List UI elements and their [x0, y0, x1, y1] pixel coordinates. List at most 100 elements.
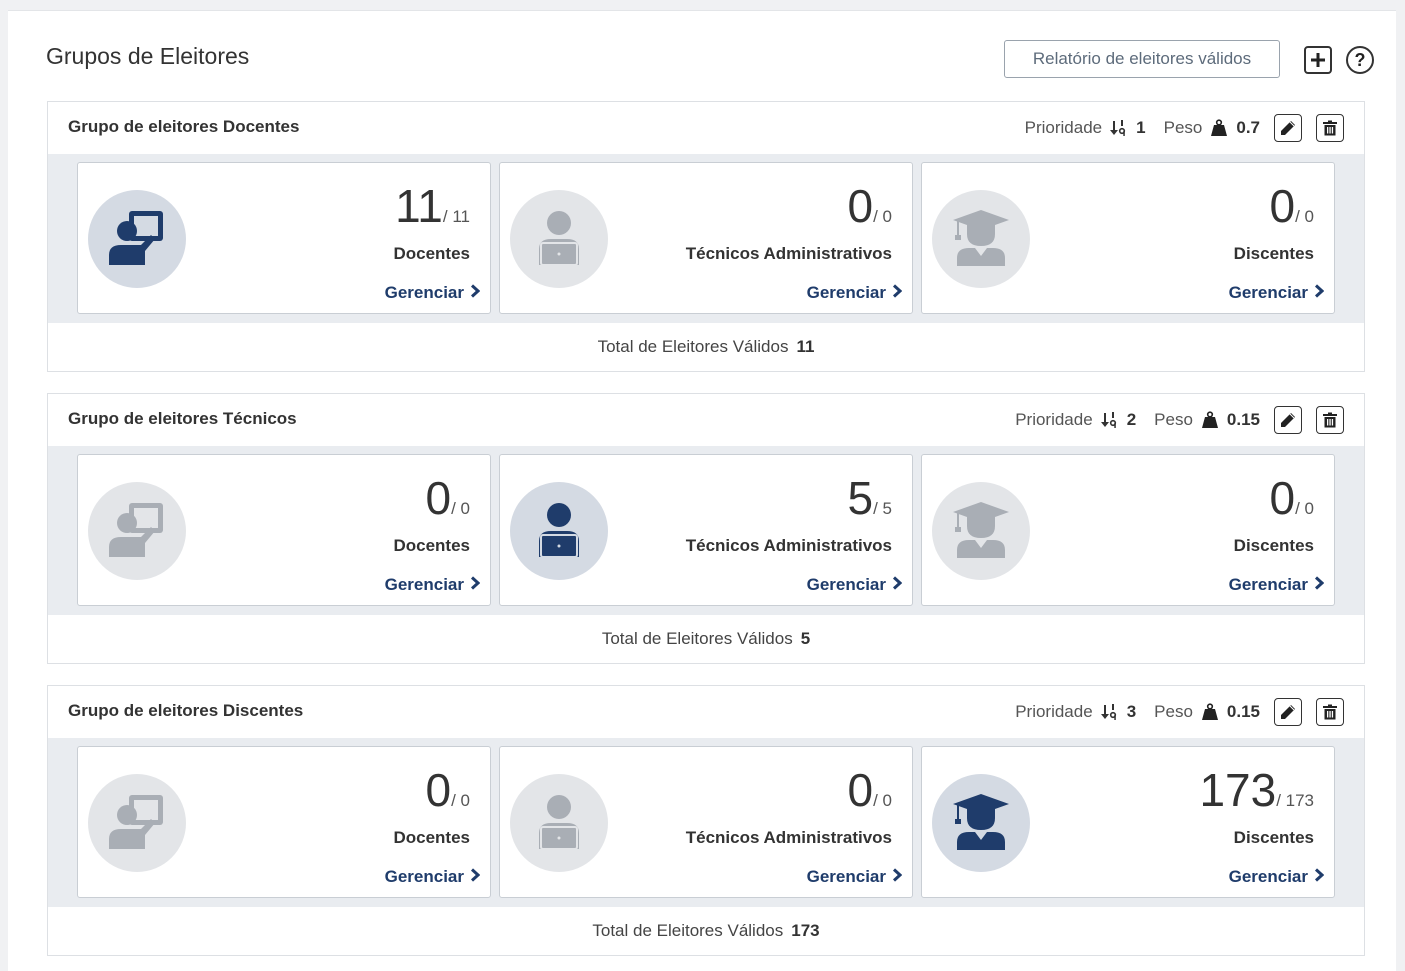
weight-icon — [1201, 703, 1219, 721]
total-value: 5 — [800, 629, 811, 648]
manage-label: Gerenciar — [1228, 867, 1308, 886]
avatar — [88, 190, 186, 288]
avatar — [932, 774, 1030, 872]
voter-groups-panel: Grupos de Eleitores Relatório de eleitor… — [8, 10, 1396, 971]
manage-label: Gerenciar — [384, 283, 464, 302]
card-label: Docentes — [393, 536, 470, 555]
voter-group-tecnicos: Grupo de eleitores Técnicos Prioridade 2… — [47, 393, 1365, 664]
manage-link[interactable]: Gerenciar — [1228, 867, 1325, 887]
sort-numeric-icon — [1100, 703, 1119, 721]
card-label: Docentes — [393, 244, 470, 263]
card-tecnicos: 0/ 0 Técnicos Administrativos Gerenciar — [499, 746, 913, 898]
valid-voters-report-button[interactable]: Relatório de eleitores válidos — [1004, 40, 1280, 78]
page-title: Grupos de Eleitores — [46, 43, 250, 69]
group-header: Grupo de eleitores Docentes Prioridade 1… — [48, 102, 1364, 155]
count-line: 5/ 5 — [848, 471, 893, 525]
avatar — [88, 482, 186, 580]
weight-value: 0.15 — [1226, 702, 1260, 721]
edit-icon[interactable] — [1274, 698, 1302, 726]
priority-label: Prioridade — [1024, 118, 1103, 137]
count-total: / 0 — [873, 207, 892, 226]
group-meta: Prioridade 1 Peso 0.7 — [1025, 113, 1344, 143]
count-value: 0 — [425, 472, 452, 524]
card-label: Discentes — [1233, 828, 1314, 847]
edit-icon[interactable] — [1274, 406, 1302, 434]
count-total: / 0 — [451, 499, 470, 518]
manage-label: Gerenciar — [806, 575, 886, 594]
card-docentes: 0/ 0 Docentes Gerenciar — [77, 454, 491, 606]
cards-area: 0/ 0 Docentes Gerenciar 0/ 0 Técnicos Ad… — [48, 738, 1364, 907]
priority-label: Prioridade — [1015, 410, 1093, 429]
trash-icon[interactable] — [1316, 698, 1344, 726]
group-meta: Prioridade 3 Peso 0.15 — [1015, 697, 1344, 727]
manage-link[interactable]: Gerenciar — [385, 575, 481, 595]
count-value: 0 — [847, 180, 874, 232]
count-line: 0/ 0 — [848, 763, 893, 817]
trash-icon[interactable] — [1316, 114, 1344, 142]
card-tecnicos: 0/ 0 Técnicos Administrativos Gerenciar — [499, 162, 913, 314]
avatar — [88, 774, 186, 872]
weight-label: Peso — [1154, 702, 1193, 721]
chevron-right-icon — [892, 283, 903, 303]
graduate-icon — [951, 792, 1011, 855]
group-title: Grupo de eleitores Técnicos — [68, 409, 297, 428]
graduate-icon — [951, 500, 1011, 563]
count-value: 11 — [395, 180, 443, 232]
total-value: 173 — [791, 921, 820, 940]
priority-value: 3 — [1126, 702, 1137, 721]
staff-laptop-icon — [531, 793, 587, 854]
staff-laptop-icon — [531, 501, 587, 562]
total-label: Total de Eleitores Válidos — [592, 921, 784, 940]
manage-link[interactable]: Gerenciar — [1228, 283, 1325, 303]
teacher-icon — [107, 209, 167, 270]
card-label: Docentes — [393, 828, 470, 847]
plus-icon[interactable] — [1304, 46, 1332, 74]
manage-link[interactable]: Gerenciar — [807, 867, 903, 887]
count-line: 0/ 0 — [426, 471, 471, 525]
count-total: / 0 — [873, 791, 892, 810]
group-title: Grupo de eleitores Docentes — [68, 117, 300, 136]
priority-value: 2 — [1126, 410, 1137, 429]
manage-link[interactable]: Gerenciar — [1229, 575, 1325, 595]
help-icon[interactable]: ? — [1346, 46, 1374, 74]
chevron-right-icon — [892, 575, 903, 595]
group-title: Grupo de eleitores Discentes — [68, 701, 304, 720]
card-label: Técnicos Administrativos — [685, 536, 892, 555]
priority-value: 1 — [1136, 118, 1146, 137]
count-total: / 5 — [873, 499, 892, 518]
manage-link[interactable]: Gerenciar — [384, 283, 481, 303]
count-total: / 0 — [451, 791, 470, 810]
manage-link[interactable]: Gerenciar — [806, 575, 903, 595]
count-line: 0/ 0 — [848, 179, 893, 233]
group-footer: Total de Eleitores Válidos 173 — [48, 907, 1364, 955]
group-footer: Total de Eleitores Válidos 5 — [48, 615, 1364, 663]
avatar — [510, 482, 608, 580]
weight-value: 0.15 — [1226, 410, 1260, 429]
card-tecnicos: 5/ 5 Técnicos Administrativos Gerenciar — [499, 454, 913, 606]
manage-link[interactable]: Gerenciar — [385, 867, 481, 887]
count-total: / 11 — [442, 207, 470, 226]
card-docentes: 11/ 11 Docentes Gerenciar — [77, 162, 491, 314]
manage-link[interactable]: Gerenciar — [806, 283, 903, 303]
count-total: / 173 — [1276, 791, 1314, 810]
manage-label: Gerenciar — [806, 283, 886, 302]
staff-laptop-icon — [531, 209, 587, 270]
chevron-right-icon — [892, 867, 903, 887]
group-header: Grupo de eleitores Discentes Prioridade … — [48, 686, 1364, 739]
count-line: 0/ 0 — [1270, 471, 1315, 525]
card-discentes: 0/ 0 Discentes Gerenciar — [921, 454, 1335, 606]
count-value: 0 — [1269, 472, 1296, 524]
avatar — [932, 190, 1030, 288]
trash-icon[interactable] — [1316, 406, 1344, 434]
edit-icon[interactable] — [1274, 114, 1302, 142]
sort-numeric-icon — [1100, 411, 1119, 429]
manage-label: Gerenciar — [1228, 283, 1308, 302]
chevron-right-icon — [1314, 283, 1325, 303]
count-total: / 0 — [1295, 499, 1314, 518]
cards-area: 0/ 0 Docentes Gerenciar 5/ 5 Técnicos Ad… — [48, 446, 1364, 615]
weight-icon — [1201, 411, 1219, 429]
teacher-icon — [107, 501, 167, 562]
weight-label: Peso — [1163, 118, 1203, 137]
total-value: 11 — [796, 337, 815, 356]
priority-label: Prioridade — [1015, 702, 1093, 721]
